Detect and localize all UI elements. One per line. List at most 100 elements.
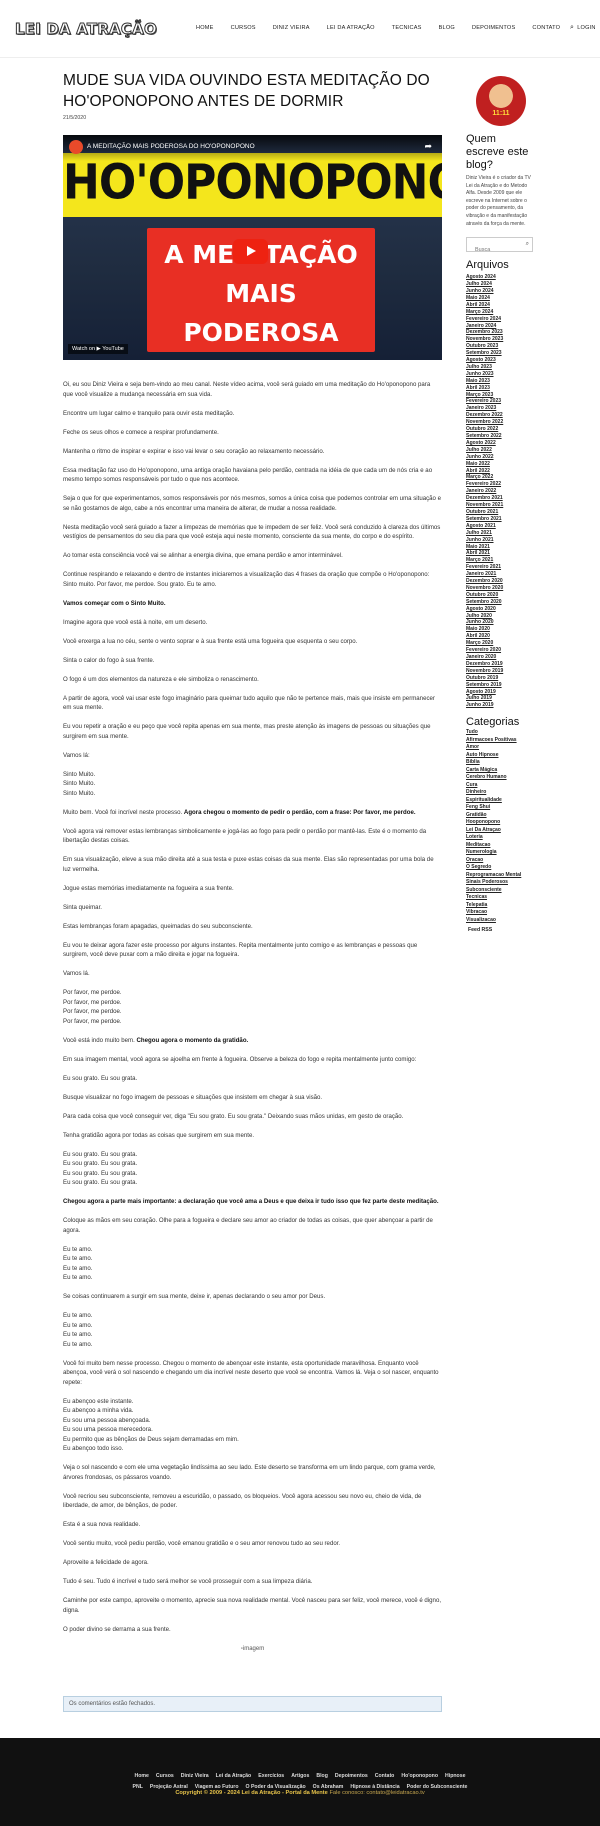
archive-link[interactable]: Junho 2019 xyxy=(466,702,536,709)
archive-link[interactable]: Março 2021 xyxy=(466,557,536,564)
category-link[interactable]: Meditacao xyxy=(466,842,536,850)
category-link[interactable]: Sinais Poderosos xyxy=(466,879,536,887)
archive-link[interactable]: Julho 2020 xyxy=(466,613,536,620)
archive-link[interactable]: Julho 2024 xyxy=(466,281,536,288)
archive-link[interactable]: Fevereiro 2024 xyxy=(466,316,536,323)
archive-link[interactable]: Abril 2024 xyxy=(466,302,536,309)
category-link[interactable]: Bíblia xyxy=(466,759,536,767)
archive-link[interactable]: Fevereiro 2022 xyxy=(466,481,536,488)
archive-link[interactable]: Março 2024 xyxy=(466,309,536,316)
archive-link[interactable]: Maio 2021 xyxy=(466,544,536,551)
archive-link[interactable]: Setembro 2022 xyxy=(466,433,536,440)
nav-item-4[interactable]: TECNICAS xyxy=(392,25,422,31)
archive-link[interactable]: Maio 2023 xyxy=(466,378,536,385)
category-link[interactable]: Cura xyxy=(466,782,536,790)
archive-link[interactable]: Junho 2021 xyxy=(466,537,536,544)
category-link[interactable]: Lei Da Atraçao xyxy=(466,827,536,835)
archive-link[interactable]: Agosto 2019 xyxy=(466,689,536,696)
archive-link[interactable]: Maio 2024 xyxy=(466,295,536,302)
archive-link[interactable]: Outubro 2021 xyxy=(466,509,536,516)
archive-link[interactable]: Setembro 2019 xyxy=(466,682,536,689)
archive-link[interactable]: Dezembro 2020 xyxy=(466,578,536,585)
archive-link[interactable]: Julho 2023 xyxy=(466,364,536,371)
archive-link[interactable]: Janeiro 2020 xyxy=(466,654,536,661)
category-link[interactable]: Dinheiro xyxy=(466,789,536,797)
archive-link[interactable]: Dezembro 2022 xyxy=(466,412,536,419)
archive-link[interactable]: Outubro 2020 xyxy=(466,592,536,599)
archive-link[interactable]: Novembro 2023 xyxy=(466,336,536,343)
archive-link[interactable]: Junho 2024 xyxy=(466,288,536,295)
category-link[interactable]: Loteria xyxy=(466,834,536,842)
archive-link[interactable]: Novembro 2020 xyxy=(466,585,536,592)
contact-text[interactable]: Fale conosco: contato@leidatracao.tv xyxy=(329,1790,424,1796)
nav-item-8[interactable]: LOGIN xyxy=(577,25,595,31)
archive-link[interactable]: Dezembro 2021 xyxy=(466,495,536,502)
search-icon[interactable]: ⌕ xyxy=(570,24,574,32)
category-link[interactable]: Numerologia xyxy=(466,849,536,857)
archive-link[interactable]: Junho 2022 xyxy=(466,454,536,461)
archive-link[interactable]: Outubro 2023 xyxy=(466,343,536,350)
category-link[interactable]: Auto Hipnose xyxy=(466,752,536,760)
archive-link[interactable]: Abril 2021 xyxy=(466,550,536,557)
archive-link[interactable]: Abril 2023 xyxy=(466,385,536,392)
category-link[interactable]: Vibracao xyxy=(466,909,536,917)
archive-link[interactable]: Setembro 2020 xyxy=(466,599,536,606)
category-link[interactable]: Reprogramacao Mental xyxy=(466,872,536,880)
archive-link[interactable]: Setembro 2021 xyxy=(466,516,536,523)
video-embed[interactable]: HO'OPONOPONO A MEDITAÇÃO MAIS PODEROSA A… xyxy=(63,135,442,360)
nav-item-7[interactable]: CONTATO xyxy=(532,25,560,31)
share-icon[interactable]: ➦ xyxy=(424,141,432,152)
category-link[interactable]: Amor xyxy=(466,744,536,752)
nav-item-6[interactable]: DEPOIMENTOS xyxy=(472,25,515,31)
nav-item-1[interactable]: CURSOS xyxy=(231,25,256,31)
category-link[interactable]: Tecnicas xyxy=(466,894,536,902)
archive-link[interactable]: Julho 2019 xyxy=(466,695,536,702)
archive-link[interactable]: Janeiro 2023 xyxy=(466,405,536,412)
category-link[interactable]: Espiritualidade xyxy=(466,797,536,805)
archive-link[interactable]: Julho 2022 xyxy=(466,447,536,454)
nav-item-0[interactable]: Home xyxy=(196,25,214,31)
archive-link[interactable]: Agosto 2021 xyxy=(466,523,536,530)
archive-link[interactable]: Fevereiro 2021 xyxy=(466,564,536,571)
category-link[interactable]: Feng Shui xyxy=(466,804,536,812)
nav-item-5[interactable]: BLOG xyxy=(439,25,455,31)
category-link[interactable]: Hooponopono xyxy=(466,819,536,827)
category-link[interactable]: Visualizacao xyxy=(466,917,536,925)
nav-item-2[interactable]: DINIZ VIEIRA xyxy=(273,25,310,31)
archive-link[interactable]: Novembro 2019 xyxy=(466,668,536,675)
archive-link[interactable]: Setembro 2023 xyxy=(466,350,536,357)
archive-link[interactable]: Outubro 2022 xyxy=(466,426,536,433)
archive-link[interactable]: Fevereiro 2020 xyxy=(466,647,536,654)
category-link[interactable]: Carta Mágica xyxy=(466,767,536,775)
archive-link[interactable]: Março 2023 xyxy=(466,392,536,399)
sidebar-search-input[interactable] xyxy=(467,243,522,257)
archive-link[interactable]: Agosto 2022 xyxy=(466,440,536,447)
archive-link[interactable]: Junho 2023 xyxy=(466,371,536,378)
archive-link[interactable]: Agosto 2024 xyxy=(466,274,536,281)
video-title[interactable]: A MEDITAÇÃO MAIS PODEROSA DO HO'OPONOPON… xyxy=(87,143,255,150)
archive-link[interactable]: Abril 2020 xyxy=(466,633,536,640)
site-logo[interactable]: LEI DA ATRAÇÃO xyxy=(15,20,158,39)
archive-link[interactable]: Novembro 2021 xyxy=(466,502,536,509)
archive-link[interactable]: Dezembro 2023 xyxy=(466,329,536,336)
archive-link[interactable]: Agosto 2023 xyxy=(466,357,536,364)
category-link[interactable]: Afirmacoes Positivas xyxy=(466,737,536,745)
archive-link[interactable]: Dezembro 2019 xyxy=(466,661,536,668)
search-icon[interactable]: ⌕ xyxy=(526,241,529,248)
archive-link[interactable]: Abril 2022 xyxy=(466,468,536,475)
archive-link[interactable]: Julho 2021 xyxy=(466,530,536,537)
category-link[interactable]: Gratidão xyxy=(466,812,536,820)
archive-link[interactable]: Fevereiro 2023 xyxy=(466,398,536,405)
category-link[interactable]: Telepatia xyxy=(466,902,536,910)
category-link[interactable]: Subconsciente xyxy=(466,887,536,895)
archive-link[interactable]: Agosto 2020 xyxy=(466,606,536,613)
category-link[interactable]: Tudo xyxy=(466,729,536,737)
archive-link[interactable]: Outubro 2019 xyxy=(466,675,536,682)
archive-link[interactable]: Março 2020 xyxy=(466,640,536,647)
play-button-icon[interactable] xyxy=(233,239,268,264)
nav-item-3[interactable]: LEI DA ATRAÇÃO xyxy=(327,25,375,31)
watch-on-youtube[interactable]: Watch on ▶ YouTube xyxy=(68,344,128,354)
category-link[interactable]: Oracao xyxy=(466,857,536,865)
archive-link[interactable]: Novembro 2022 xyxy=(466,419,536,426)
feed-rss-link[interactable]: Feed RSS xyxy=(466,927,536,933)
